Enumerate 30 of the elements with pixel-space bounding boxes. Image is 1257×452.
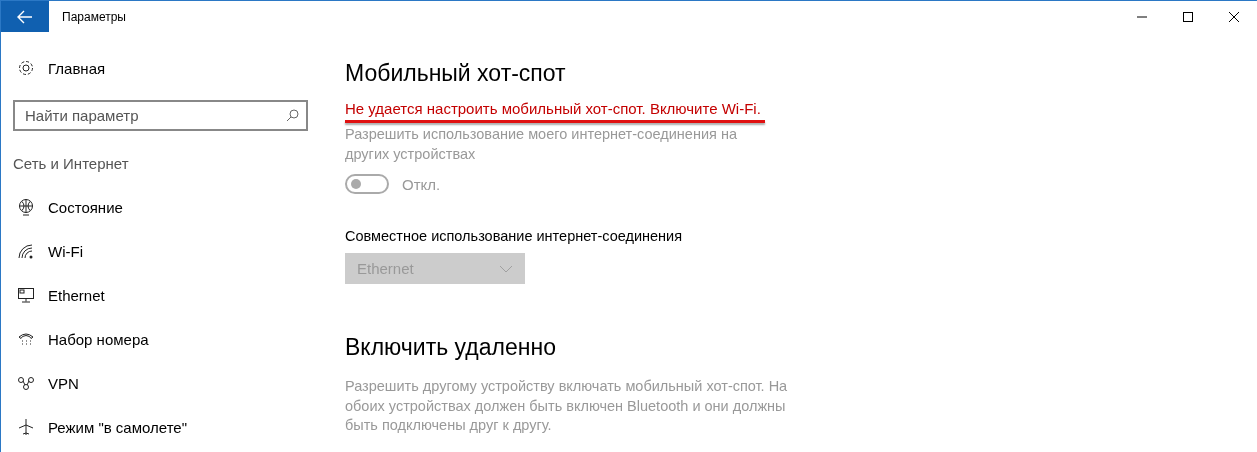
section-heading: Сеть и Интернет: [13, 155, 130, 174]
monitor-icon: [17, 286, 35, 304]
description-text: Разрешить другому устройству включать мобильный хот-спот. На обоих устройствах должен быть включен Bluetooth и они должны быть подключены друг к другу.: [345, 377, 789, 435]
vpn-icon: [17, 374, 35, 392]
globe-icon: [17, 198, 35, 216]
back-button[interactable]: [1, 1, 49, 32]
close-icon: [1228, 10, 1240, 23]
sidebar-item[interactable]: VPN: [13, 361, 321, 405]
sidebar-item[interactable]: Wi-Fi: [13, 229, 321, 273]
sidebar-item[interactable]: Набор номера: [13, 317, 321, 361]
page-heading: Мобильный хот-спот: [345, 59, 567, 88]
wifi-icon: [17, 242, 35, 260]
sidebar-item[interactable]: Режим "в самолете": [13, 405, 321, 449]
home-link[interactable]: Главная: [48, 59, 106, 77]
search-icon: [286, 109, 299, 122]
settings-icon: [17, 59, 35, 77]
field-label: Совместное использование интернет-соединения: [345, 228, 684, 244]
error-message: Не удается настроить мобильный хот-спот. Включите Wi-Fi.: [345, 99, 761, 119]
search-field[interactable]: Найти параметр: [13, 100, 308, 131]
sidebar-item[interactable]: Ethernet: [13, 273, 321, 317]
toggle-label: Откл.: [402, 175, 441, 193]
phone-icon: [17, 330, 35, 348]
chevron-down-icon: [499, 264, 513, 273]
window-title: Параметры: [62, 9, 127, 24]
description-text: Разрешить использование моего интернет-соединения на других устройствах: [345, 125, 738, 164]
maximize-icon: [1182, 10, 1194, 23]
section-heading: Включить удаленно: [345, 333, 557, 362]
airplane-icon: [17, 418, 35, 436]
back-arrow-icon: [17, 9, 33, 24]
sidebar-item[interactable]: Состояние: [13, 185, 321, 229]
